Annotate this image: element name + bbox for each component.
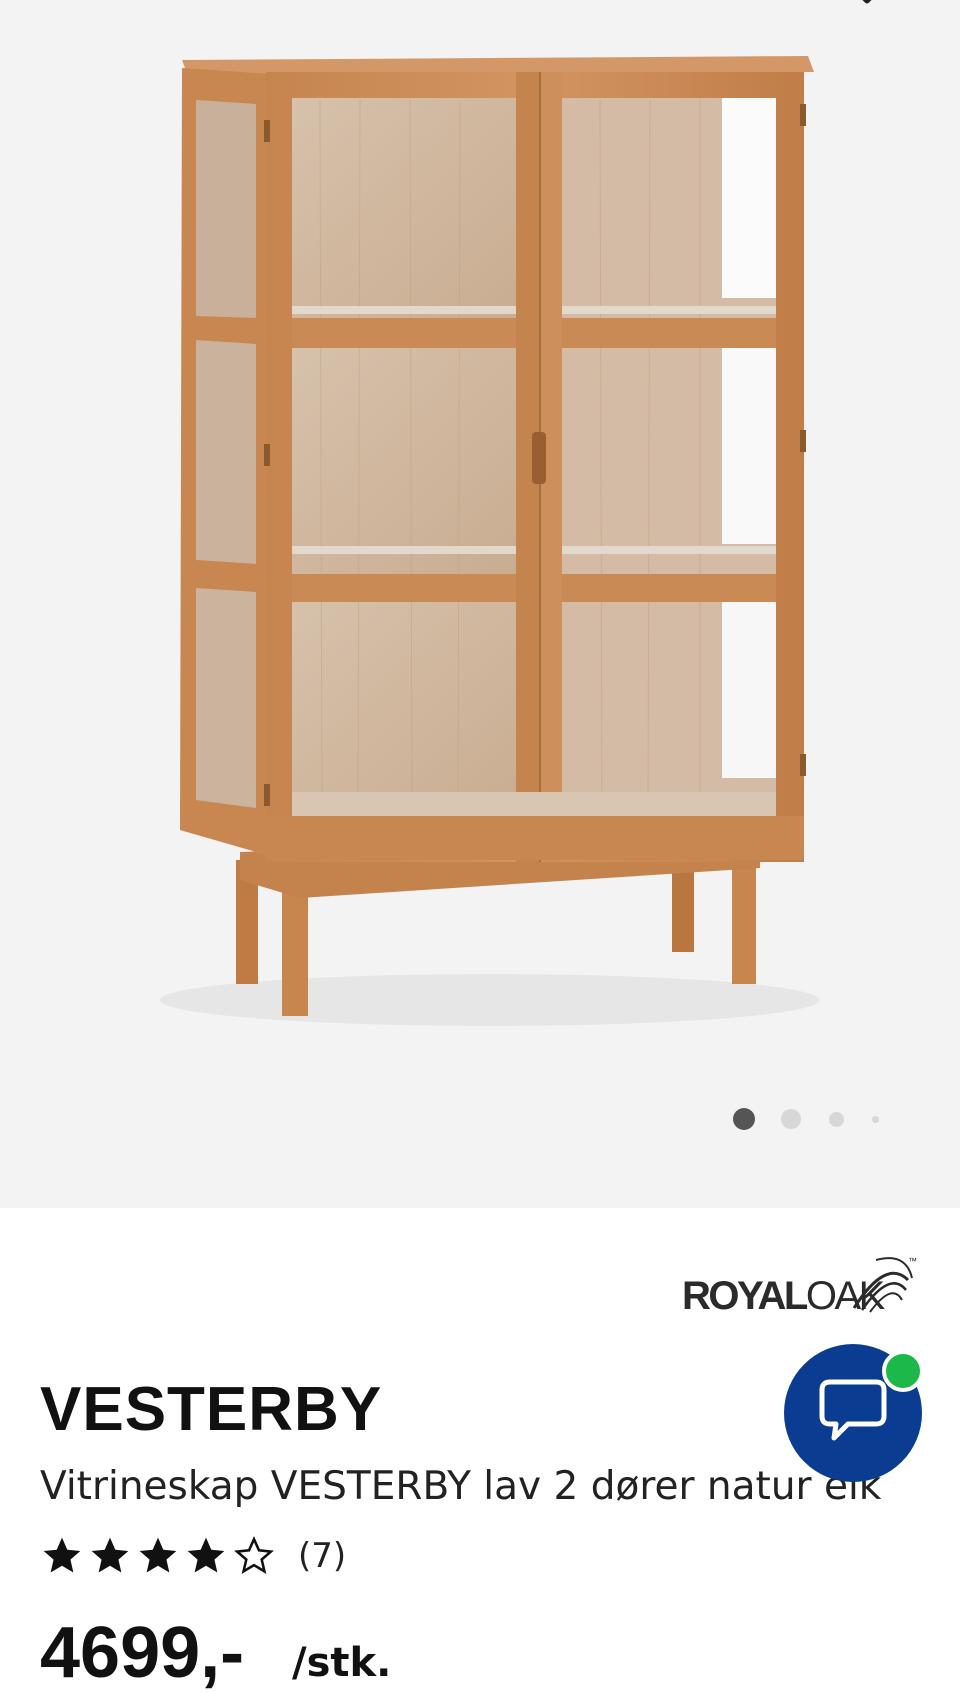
- gallery-dot-active[interactable]: [733, 1108, 755, 1130]
- product-subtitle: Vitrineskap VESTERBY lav 2 dører natur e…: [40, 1464, 882, 1509]
- chat-online-status-dot: [882, 1350, 924, 1392]
- gallery-dot[interactable]: [781, 1109, 801, 1129]
- star-filled-icon: [187, 1537, 225, 1573]
- price-unit: /stk.: [292, 1640, 392, 1686]
- product-title: VESTERBY: [40, 1375, 383, 1444]
- gallery-dot[interactable]: [872, 1116, 879, 1123]
- product-image: [160, 56, 820, 1026]
- product-price: 4699,-: [40, 1613, 245, 1693]
- gallery-dot[interactable]: [829, 1112, 844, 1127]
- brand-logo[interactable]: ROYALOAK ™: [682, 1250, 922, 1324]
- gallery-pagination[interactable]: [0, 1104, 960, 1134]
- product-image-gallery[interactable]: [0, 0, 960, 1208]
- star-filled-icon: [139, 1537, 177, 1573]
- brand-swoosh-icon: ™: [852, 1256, 917, 1313]
- star-filled-icon: [91, 1537, 129, 1573]
- chat-bubble-icon: [819, 1379, 887, 1441]
- product-rating[interactable]: (7): [40, 1532, 346, 1580]
- brand-name-bold: ROYAL: [682, 1274, 808, 1318]
- review-count[interactable]: (7): [298, 1536, 346, 1576]
- star-filled-icon: [43, 1537, 81, 1573]
- star-empty-icon: [234, 1535, 274, 1575]
- trademark-mark: ™: [908, 1256, 917, 1266]
